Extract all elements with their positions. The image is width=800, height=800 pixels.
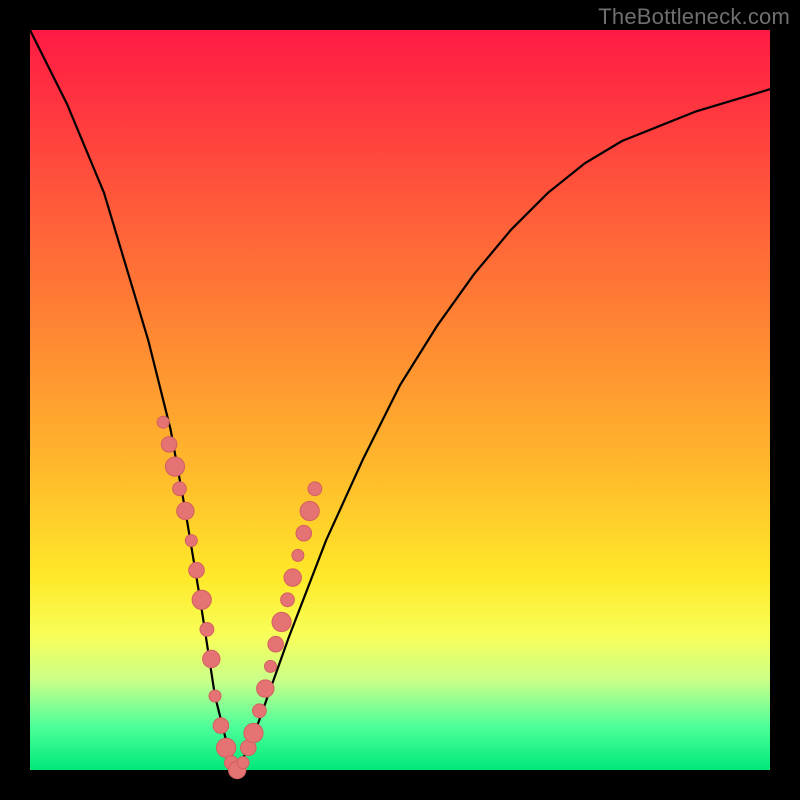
cluster-point: [165, 457, 184, 476]
cluster-point: [200, 623, 214, 637]
chart-frame: TheBottleneck.com: [0, 0, 800, 800]
cluster-point: [185, 535, 197, 547]
cluster-point: [265, 660, 277, 672]
cluster-point: [281, 593, 295, 607]
bottleneck-curve: [30, 30, 770, 770]
cluster-point: [237, 757, 249, 769]
cluster-point: [257, 680, 274, 697]
cluster-point: [268, 636, 284, 652]
cluster-point: [213, 718, 229, 734]
cluster-point: [253, 704, 267, 718]
cluster-point: [157, 416, 169, 428]
cluster-point: [177, 502, 194, 519]
cluster-point: [217, 738, 236, 757]
cluster-point: [284, 569, 301, 586]
cluster-point: [209, 690, 221, 702]
chart-svg: [30, 30, 770, 770]
cluster-point: [189, 562, 205, 578]
cluster-point: [292, 549, 304, 561]
cluster-point: [308, 482, 322, 496]
cluster-point: [203, 650, 220, 667]
cluster-point: [161, 437, 177, 453]
cluster-point: [296, 525, 312, 541]
watermark-text: TheBottleneck.com: [598, 4, 790, 30]
cluster-point: [173, 482, 187, 496]
cluster-point: [244, 723, 263, 742]
cluster-point: [300, 501, 319, 520]
cluster-points-group: [157, 416, 322, 779]
cluster-point: [272, 612, 291, 631]
plot-area: [30, 30, 770, 770]
cluster-point: [192, 590, 211, 609]
